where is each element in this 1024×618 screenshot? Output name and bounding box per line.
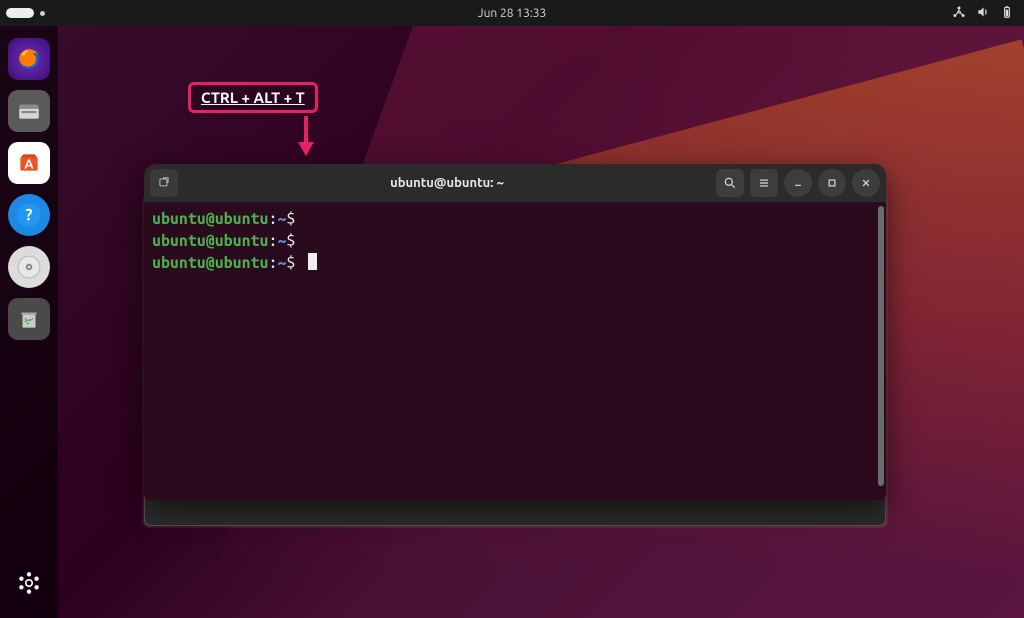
- dock-item-disc[interactable]: [8, 246, 50, 288]
- close-button[interactable]: [852, 169, 880, 197]
- annotation-arrow-icon: [296, 116, 316, 160]
- menu-button[interactable]: [750, 169, 778, 197]
- terminal-body[interactable]: ubuntu@ubuntu:~$ ubuntu@ubuntu:~$ ubuntu…: [144, 202, 886, 500]
- terminal-prompt-line: ubuntu@ubuntu:~$: [152, 208, 878, 230]
- activities-pill[interactable]: [6, 8, 34, 18]
- top-bar-dot: [40, 11, 45, 16]
- svg-text:?: ?: [25, 206, 32, 224]
- cursor: [308, 253, 317, 270]
- terminal-prompt-line: ubuntu@ubuntu:~$: [152, 252, 878, 274]
- show-applications-icon[interactable]: [8, 562, 50, 604]
- maximize-button[interactable]: [818, 169, 846, 197]
- annotation-callout: CTRL + ALT + T: [188, 82, 318, 113]
- dock-item-software[interactable]: A: [8, 142, 50, 184]
- dock-item-files[interactable]: [8, 90, 50, 132]
- dock: A ?: [0, 26, 58, 618]
- clock[interactable]: Jun 28 13:33: [478, 7, 547, 20]
- search-button[interactable]: [716, 169, 744, 197]
- battery-icon[interactable]: [1000, 5, 1014, 22]
- annotation-shortcut-label: CTRL + ALT + T: [188, 82, 318, 113]
- terminal-prompt-line: ubuntu@ubuntu:~$: [152, 230, 878, 252]
- terminal-window: ubuntu@ubuntu: ~ ubuntu@ubuntu:~$ ubuntu…: [144, 164, 886, 500]
- network-icon[interactable]: [952, 5, 966, 22]
- volume-icon[interactable]: [976, 5, 990, 22]
- terminal-title: ubuntu@ubuntu: ~: [184, 176, 710, 190]
- dock-item-firefox[interactable]: [8, 38, 50, 80]
- minimize-button[interactable]: [784, 169, 812, 197]
- dock-item-help[interactable]: ?: [8, 194, 50, 236]
- scrollbar-thumb[interactable]: [878, 206, 884, 486]
- terminal-titlebar[interactable]: ubuntu@ubuntu: ~: [144, 164, 886, 202]
- svg-text:A: A: [24, 157, 34, 171]
- dock-item-trash[interactable]: [8, 298, 50, 340]
- top-bar: Jun 28 13:33: [0, 0, 1024, 26]
- new-tab-button[interactable]: [150, 169, 178, 197]
- system-tray[interactable]: [952, 5, 1024, 22]
